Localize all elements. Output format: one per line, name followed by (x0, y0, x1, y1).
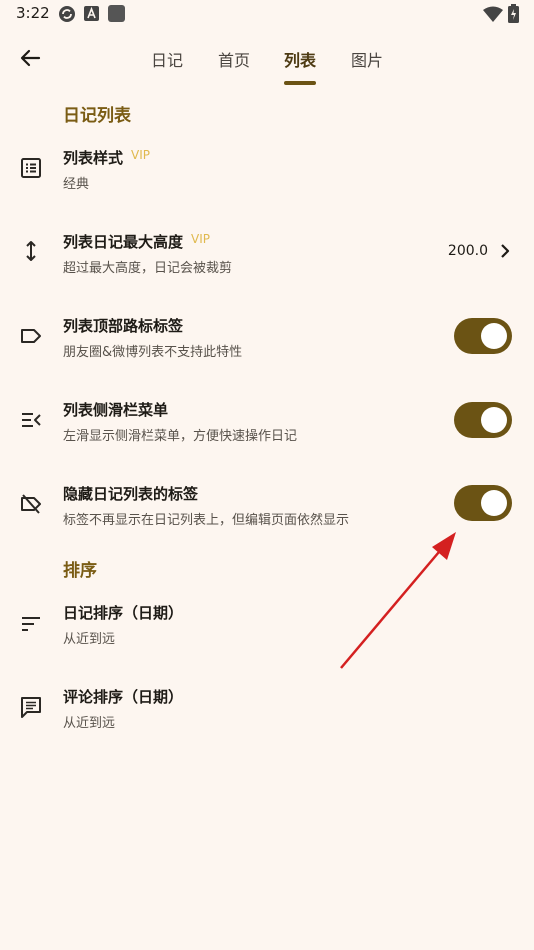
top-label-subtitle: 朋友圈&微博列表不支持此特性 (63, 345, 243, 360)
tab-indicator (284, 81, 316, 85)
label-icon (19, 324, 43, 348)
wifi-icon (483, 6, 503, 26)
back-button[interactable] (14, 42, 46, 74)
square-icon (108, 5, 125, 26)
tab-list[interactable]: 列表 (284, 47, 316, 71)
diary-sort-subtitle: 从近到远 (63, 632, 116, 647)
diary-sort-row[interactable]: 日记排序（日期） 从近到远 (0, 590, 534, 660)
hide-labels-subtitle: 标签不再显示在日记列表上，但编辑页面依然显示 (63, 513, 350, 528)
chevron-right-icon (500, 243, 510, 263)
max-height-title: 列表日记最大高度 VIP (63, 231, 210, 252)
list-style-subtitle: 经典 (63, 177, 90, 192)
tab-home[interactable]: 首页 (218, 47, 250, 71)
app-bar: 日记 首页 列表 图片 (0, 30, 534, 86)
side-menu-subtitle: 左滑显示侧滑栏菜单，方便快速操作日记 (63, 429, 298, 444)
vip-badge: VIP (131, 148, 150, 162)
side-menu-toggle[interactable] (454, 402, 512, 438)
list-style-title: 列表样式 VIP (63, 147, 150, 168)
max-height-subtitle: 超过最大高度，日记会被裁剪 (63, 261, 233, 276)
label-off-icon (19, 492, 43, 516)
toggle-knob (481, 323, 507, 349)
tab-images[interactable]: 图片 (351, 47, 383, 71)
toggle-knob (481, 407, 507, 433)
max-height-title-text: 列表日记最大高度 (63, 233, 184, 251)
back-arrow-icon (20, 49, 41, 67)
section-title-list: 日记列表 (63, 106, 131, 126)
top-label-toggle[interactable] (454, 318, 512, 354)
sync-icon (58, 5, 76, 27)
top-label-title: 列表顶部路标标签 (63, 317, 184, 335)
list-style-icon (19, 156, 43, 180)
section-title-sort: 排序 (63, 561, 97, 581)
hide-labels-title: 隐藏日记列表的标签 (63, 485, 199, 503)
max-height-row[interactable]: 列表日记最大高度 VIP 超过最大高度，日记会被裁剪 200.0 (0, 219, 534, 289)
status-bar: 3:22 (0, 0, 534, 30)
top-label-row[interactable]: 列表顶部路标标签 朋友圈&微博列表不支持此特性 (0, 303, 534, 373)
tab-diary[interactable]: 日记 (151, 47, 183, 71)
comment-sort-subtitle: 从近到远 (63, 716, 116, 731)
list-style-title-text: 列表样式 (63, 149, 124, 167)
toggle-knob (481, 490, 507, 516)
hide-labels-row[interactable]: 隐藏日记列表的标签 标签不再显示在日记列表上，但编辑页面依然显示 (0, 471, 534, 541)
comment-sort-title: 评论排序（日期） (63, 688, 184, 706)
a-badge-icon (84, 6, 99, 25)
hide-labels-toggle[interactable] (454, 485, 512, 521)
vip-badge: VIP (191, 232, 210, 246)
comment-sort-row[interactable]: 评论排序（日期） 从近到远 (0, 674, 534, 744)
status-time: 3:22 (16, 4, 50, 22)
menu-open-icon (19, 408, 43, 432)
comment-icon (19, 695, 43, 719)
max-height-value: 200.0 (447, 243, 488, 259)
list-style-row[interactable]: 列表样式 VIP 经典 (0, 135, 534, 205)
battery-icon (508, 4, 519, 27)
side-menu-row[interactable]: 列表侧滑栏菜单 左滑显示侧滑栏菜单，方便快速操作日记 (0, 387, 534, 457)
side-menu-title: 列表侧滑栏菜单 (63, 401, 169, 419)
diary-sort-title: 日记排序（日期） (63, 604, 184, 622)
sort-icon (19, 612, 43, 636)
vertical-resize-icon (19, 239, 43, 263)
